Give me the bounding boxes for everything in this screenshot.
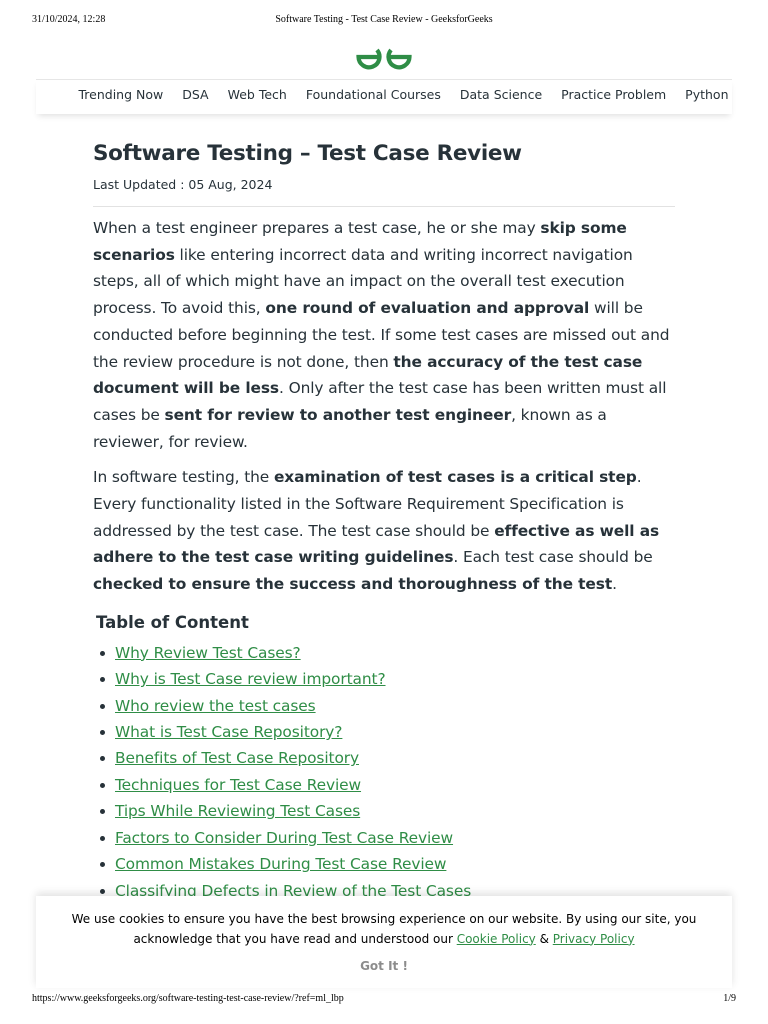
nav-item[interactable]: DSA bbox=[173, 85, 218, 105]
text-run: . Each test case should be bbox=[453, 548, 653, 567]
privacy-policy-link[interactable]: Privacy Policy bbox=[553, 932, 635, 946]
print-page-number: 1/9 bbox=[723, 993, 736, 1004]
toc-link[interactable]: Why is Test Case review important? bbox=[115, 670, 386, 688]
intro-paragraph-1: When a test engineer prepares a test cas… bbox=[93, 215, 675, 455]
toc-item: Who review the test cases bbox=[93, 693, 675, 719]
cookie-banner: We use cookies to ensure you have the be… bbox=[36, 896, 732, 988]
toc-link[interactable]: Benefits of Test Case Repository bbox=[115, 749, 359, 767]
nav-item[interactable]: Data Science bbox=[450, 85, 551, 105]
toc-item: Tips While Reviewing Test Cases bbox=[93, 798, 675, 824]
toc-link[interactable]: Who review the test cases bbox=[115, 697, 316, 715]
toc-heading: Table of Content bbox=[96, 612, 249, 632]
toc-link[interactable]: Factors to Consider During Test Case Rev… bbox=[115, 829, 453, 847]
print-footer: https://www.geeksforgeeks.org/software-t… bbox=[32, 993, 736, 1009]
bold-text: sent for review to another test engineer bbox=[164, 405, 512, 424]
divider bbox=[93, 206, 675, 207]
cookie-amp: & bbox=[535, 931, 553, 946]
bold-text: examination of test cases is a critical … bbox=[273, 468, 637, 487]
nav-item[interactable]: Foundational Courses bbox=[296, 85, 450, 105]
toc-link[interactable]: Why Review Test Cases? bbox=[115, 644, 301, 662]
nav-item[interactable]: Web Tech bbox=[218, 85, 296, 105]
toc-item: Why is Test Case review important? bbox=[93, 666, 675, 692]
nav-items: Trending Now DSA Web Tech Foundational Cour… bbox=[69, 85, 732, 105]
article-title: Software Testing – Test Case Review bbox=[93, 141, 522, 166]
intro-paragraph-2: In software testing, the examination of … bbox=[93, 464, 675, 598]
toc-item: Benefits of Test Case Repository bbox=[93, 745, 675, 771]
toc-item: What is Test Case Repository? bbox=[93, 719, 675, 745]
toc-item: Techniques for Test Case Review bbox=[93, 772, 675, 798]
text-run: When a test engineer prepares a test cas… bbox=[93, 219, 541, 237]
print-url: https://www.geeksforgeeks.org/software-t… bbox=[32, 993, 344, 1004]
cookie-policy-link[interactable]: Cookie Policy bbox=[457, 932, 536, 946]
bold-text: one round of evaluation and approval bbox=[265, 299, 590, 318]
article: Software Testing – Test Case Review Last… bbox=[93, 136, 675, 904]
last-updated: Last Updated : 05 Aug, 2024 bbox=[93, 177, 273, 192]
print-header: 31/10/2024, 12:28 Software Testing - Tes… bbox=[32, 14, 736, 30]
nav-item[interactable]: Python bbox=[676, 85, 732, 105]
toc-link[interactable]: Common Mistakes During Test Case Review bbox=[115, 855, 446, 873]
page: 31/10/2024, 12:28 Software Testing - Tes… bbox=[0, 0, 768, 1024]
top-nav: Trending Now DSA Web Tech Foundational Cour… bbox=[36, 79, 732, 114]
toc-item: Factors to Consider During Test Case Rev… bbox=[93, 825, 675, 851]
toc-link[interactable]: What is Test Case Repository? bbox=[115, 723, 342, 741]
bold-text: checked to ensure the success and thorou… bbox=[93, 575, 613, 594]
toc-link[interactable]: Tips While Reviewing Test Cases bbox=[115, 802, 360, 820]
text-run: In software testing, the bbox=[93, 468, 274, 487]
cookie-text: We use cookies to ensure you have the be… bbox=[66, 910, 702, 949]
nav-item[interactable]: Practice Problem bbox=[552, 85, 676, 105]
gfg-logo-icon[interactable] bbox=[354, 42, 414, 72]
toc-link[interactable]: Techniques for Test Case Review bbox=[115, 776, 361, 794]
text-run: . bbox=[612, 575, 617, 594]
nav-item[interactable]: Trending Now bbox=[69, 85, 173, 105]
toc-list: Why Review Test Cases? Why is Test Case r… bbox=[93, 640, 675, 904]
toc-item: Why Review Test Cases? bbox=[93, 640, 675, 666]
print-page-title: Software Testing - Test Case Review - Ge… bbox=[275, 14, 493, 25]
got-it-button[interactable]: Got It ! bbox=[36, 958, 732, 974]
toc-item: Common Mistakes During Test Case Review bbox=[93, 851, 675, 877]
